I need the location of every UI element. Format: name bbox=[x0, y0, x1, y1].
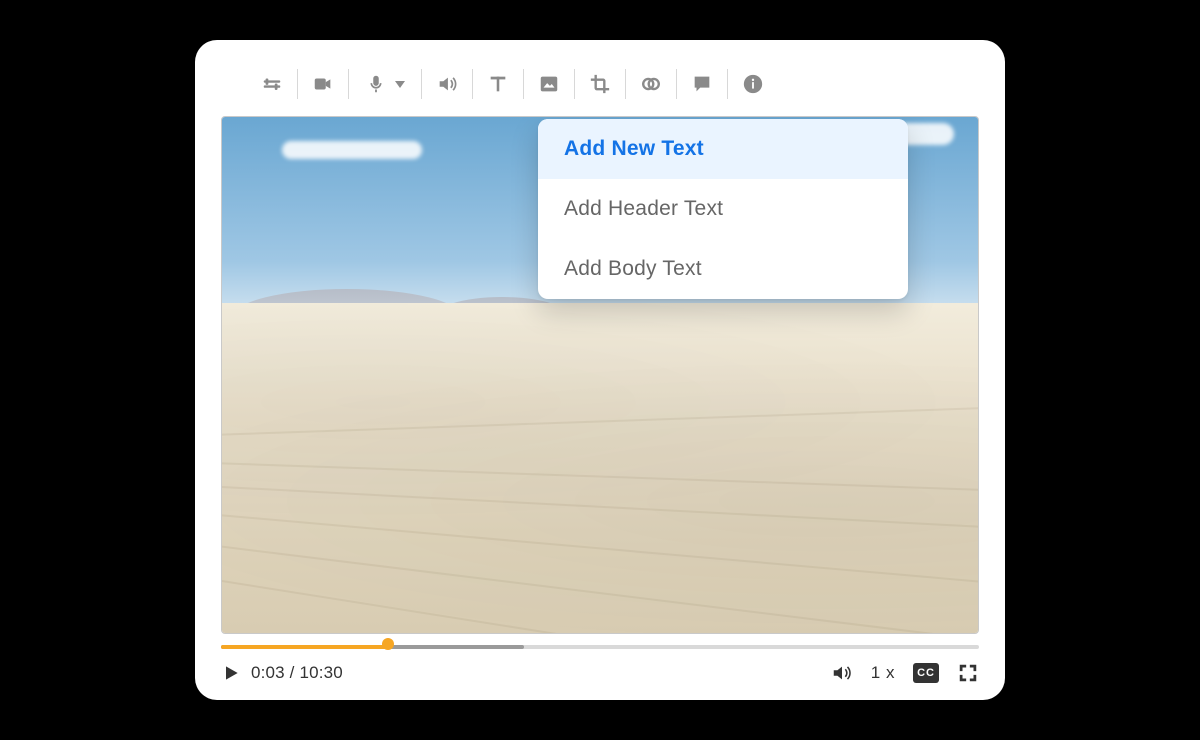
cc-button[interactable]: CC bbox=[913, 663, 939, 683]
time-display: 0:03 / 10:30 bbox=[251, 663, 343, 683]
playback-speed[interactable]: 1 x bbox=[871, 663, 895, 683]
fullscreen-button[interactable] bbox=[957, 662, 979, 684]
comment-tool[interactable] bbox=[677, 66, 727, 102]
menu-item-add-header-text[interactable]: Add Header Text bbox=[538, 179, 908, 239]
volume-button[interactable] bbox=[831, 662, 853, 684]
crop-tool[interactable] bbox=[575, 66, 625, 102]
media-tool[interactable] bbox=[524, 66, 574, 102]
playback-controls: 0:03 / 10:30 1 x CC bbox=[221, 642, 979, 684]
loop-tool[interactable] bbox=[626, 66, 676, 102]
menu-item-add-body-text[interactable]: Add Body Text bbox=[538, 239, 908, 299]
video-editor-panel: Add New Text Add Header Text Add Body Te… bbox=[195, 40, 1005, 700]
chevron-down-icon bbox=[395, 81, 405, 88]
camera-tool[interactable] bbox=[298, 66, 348, 102]
text-tool[interactable] bbox=[473, 66, 523, 102]
editor-toolbar bbox=[247, 66, 979, 102]
scrub-handle[interactable] bbox=[382, 638, 394, 650]
volume-tool[interactable] bbox=[422, 66, 472, 102]
text-dropdown-menu: Add New Text Add Header Text Add Body Te… bbox=[538, 119, 908, 299]
scrub-track[interactable] bbox=[221, 642, 979, 652]
slider-tool[interactable] bbox=[247, 66, 297, 102]
play-button[interactable] bbox=[221, 663, 241, 683]
microphone-tool[interactable] bbox=[349, 66, 421, 102]
video-preview[interactable]: Add New Text Add Header Text Add Body Te… bbox=[221, 116, 979, 634]
played-range bbox=[221, 645, 388, 649]
info-tool[interactable] bbox=[728, 66, 778, 102]
menu-item-add-new-text[interactable]: Add New Text bbox=[538, 119, 908, 179]
